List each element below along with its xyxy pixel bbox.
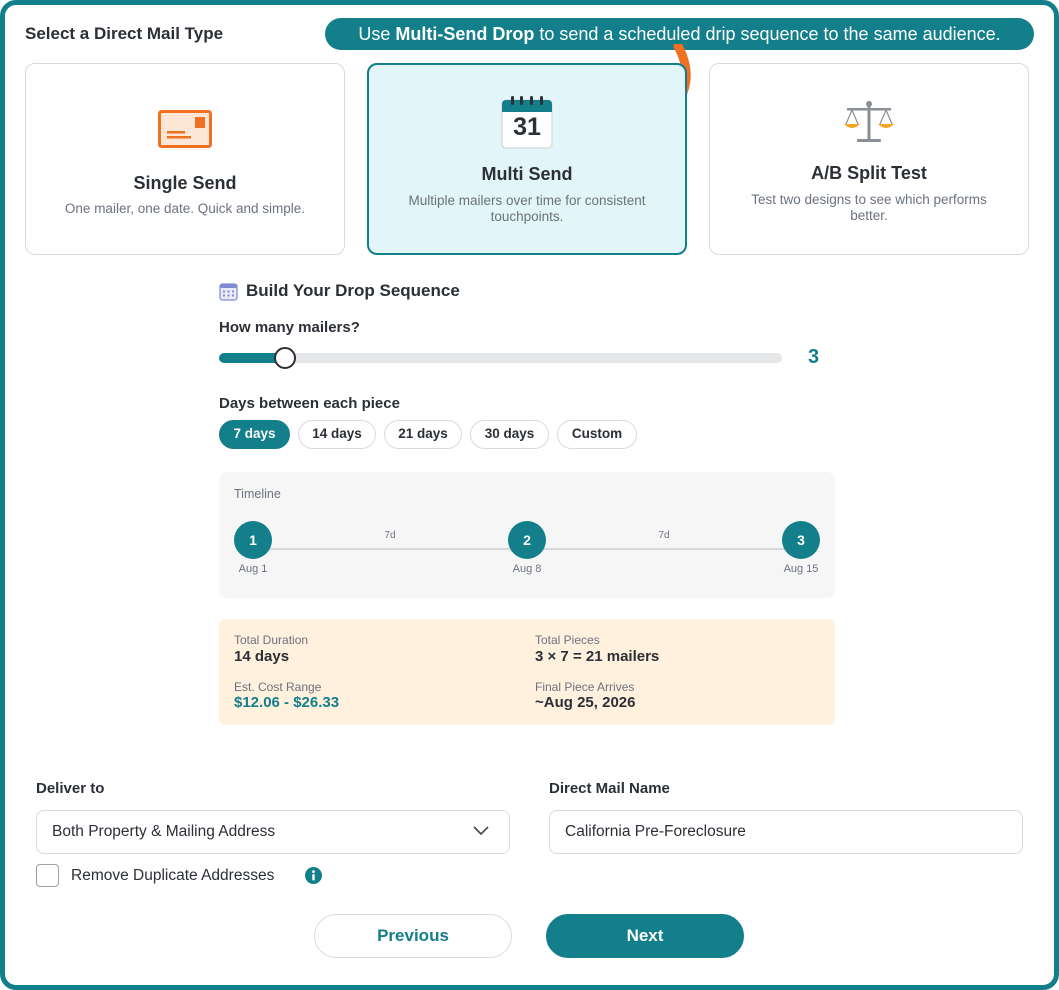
total-pieces-value: 3 × 7 = 21 mailers xyxy=(535,648,660,665)
next-button[interactable]: Next xyxy=(546,914,744,958)
mailers-slider-thumb[interactable] xyxy=(274,347,296,369)
direct-mail-name-label: Direct Mail Name xyxy=(549,780,670,797)
info-icon[interactable] xyxy=(305,867,322,884)
deliver-to-select[interactable]: Both Property & Mailing Address xyxy=(36,810,510,854)
direct-mail-name-input[interactable]: California Pre-Foreclosure xyxy=(549,810,1023,854)
calendar-small-icon xyxy=(219,282,238,301)
cost-range-label: Est. Cost Range xyxy=(234,680,322,694)
callout-suffix: to send a scheduled drip sequence to the… xyxy=(534,24,1001,44)
summary-panel: Total Duration 14 days Total Pieces 3 × … xyxy=(219,619,835,725)
timeline-gap: 7d xyxy=(658,530,670,541)
sequence-title: Build Your Drop Sequence xyxy=(219,281,460,301)
calendar-icon-number: 31 xyxy=(513,113,541,141)
scale-icon xyxy=(844,101,894,142)
timeline-date: Aug 1 xyxy=(238,563,268,575)
section-title: Select a Direct Mail Type xyxy=(25,24,224,43)
sequence-title-text: Build Your Drop Sequence xyxy=(246,281,460,300)
card-ab-split-test[interactable]: A/B Split Test Test two designs to see w… xyxy=(709,63,1029,255)
timeline-date: Aug 15 xyxy=(783,563,819,575)
envelope-icon xyxy=(158,110,212,148)
timeline-date: Aug 8 xyxy=(512,563,542,575)
total-duration-label: Total Duration xyxy=(234,633,309,647)
calendar-icon: 31 xyxy=(501,95,553,149)
chevron-down-icon xyxy=(473,826,489,836)
final-arrival-label: Final Piece Arrives xyxy=(535,680,635,694)
card-description: One mailer, one date. Quick and simple. xyxy=(64,201,306,216)
card-single-send[interactable]: Single Send One mailer, one date. Quick … xyxy=(25,63,345,255)
total-duration-value: 14 days xyxy=(234,648,290,665)
card-title: A/B Split Test xyxy=(811,163,927,183)
timeline-gap: 7d xyxy=(384,530,396,541)
day-option-7[interactable]: 7 days xyxy=(219,420,290,449)
deliver-to-value: Both Property & Mailing Address xyxy=(52,823,276,840)
mailers-slider[interactable] xyxy=(219,347,782,369)
cost-range-value: $12.06 - $26.33 xyxy=(234,694,340,711)
card-description: Test two designs to see which performs b… xyxy=(751,192,987,223)
remove-duplicates-checkbox[interactable] xyxy=(36,864,59,887)
callout-prefix: Use xyxy=(358,24,396,44)
direct-mail-name-value: California Pre-Foreclosure xyxy=(565,823,746,840)
day-option-custom[interactable]: Custom xyxy=(557,420,637,449)
timeline-node: 1 xyxy=(234,521,272,559)
final-arrival-value: ~Aug 25, 2026 xyxy=(535,694,636,711)
card-title: Multi Send xyxy=(481,164,573,184)
card-title: Single Send xyxy=(133,173,237,193)
card-description: Multiple mailers over time for consisten… xyxy=(408,193,646,224)
deliver-to-label: Deliver to xyxy=(36,780,105,797)
previous-button[interactable]: Previous xyxy=(314,914,512,958)
timeline-panel: Timeline 7d 7d 1 2 3 Aug 1 Aug 8 Aug 15 xyxy=(219,472,835,598)
timeline-label: Timeline xyxy=(234,487,281,501)
day-option-30[interactable]: 30 days xyxy=(470,420,549,449)
days-between-label: Days between each piece xyxy=(219,395,400,412)
timeline-node: 3 xyxy=(782,521,820,559)
mailers-value: 3 xyxy=(808,346,820,368)
card-multi-send[interactable]: 31 Multi Send Multiple mailers over time… xyxy=(367,63,687,255)
mailers-label: How many mailers? xyxy=(219,319,360,336)
total-pieces-label: Total Pieces xyxy=(535,633,600,647)
timeline-node: 2 xyxy=(508,521,546,559)
day-option-21[interactable]: 21 days xyxy=(384,420,462,449)
remove-duplicates-label: Remove Duplicate Addresses xyxy=(71,867,275,884)
day-option-14[interactable]: 14 days xyxy=(298,420,376,449)
callout-highlight: Multi-Send Drop xyxy=(395,24,535,44)
